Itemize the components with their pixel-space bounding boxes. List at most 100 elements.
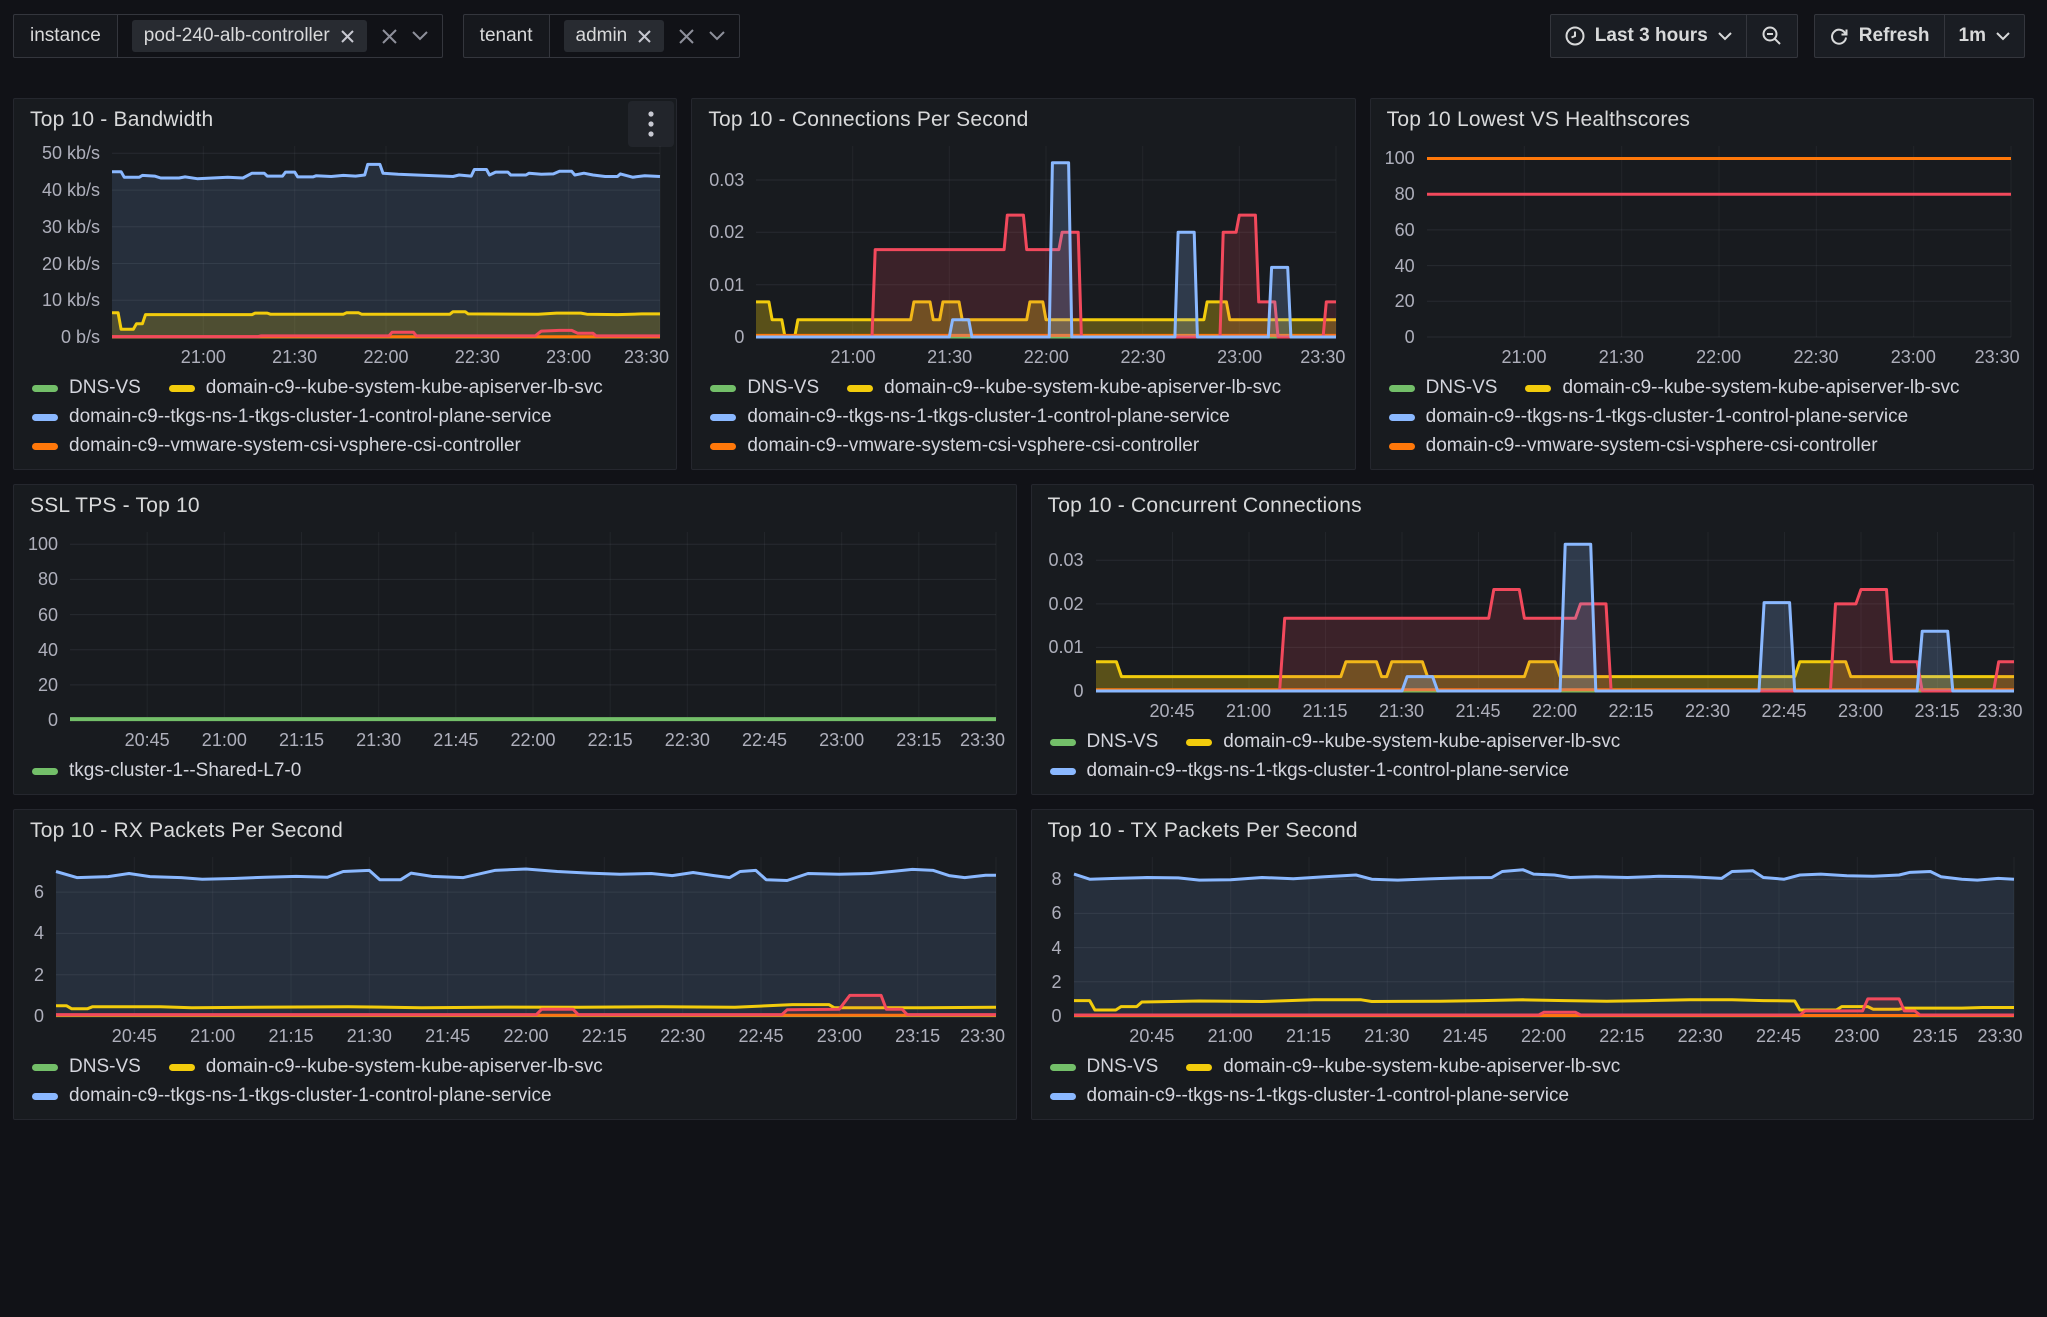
panel-header[interactable]: Top 10 - Connections Per Second [692, 99, 1354, 134]
connections-per-second-chart[interactable]: 0 0.01 0.02 0.03 21:00 21:30 22:00 22:30 23:00 23… [694, 134, 1346, 373]
series-fill-tkgs [1073, 869, 2014, 1016]
tx-packets-chart[interactable]: 0 2 4 6 8 20:45 21:00 21:15 21:30 21:45 22:00 22:15… [1034, 845, 2026, 1052]
filter-instance-chip[interactable]: pod-240-alb-controller [131, 20, 367, 52]
rx-packets-chart[interactable]: 0 2 4 6 20:45 21:00 21:15 21:30 21:45 22:00 22:15 2… [16, 845, 1008, 1052]
legend-item[interactable]: domain-c9--kube-system-kube-apiserver-lb… [1186, 731, 1620, 753]
legend-swatch [710, 413, 737, 421]
legend-label: domain-c9--kube-system-kube-apiserver-lb… [1223, 731, 1621, 752]
legend-item[interactable]: domain-c9--tkgs-ns-1-tkgs-cluster-1-cont… [710, 406, 1230, 428]
zoom-out-button[interactable] [1746, 14, 1798, 58]
x-tick-label: 21:00 [190, 1026, 236, 1046]
healthscores-chart[interactable]: 0 20 40 60 80 100 21:00 21:30 22:00 22:30 23:00 23:… [1373, 134, 2025, 373]
clock-icon [1565, 26, 1585, 46]
panel-header[interactable]: SSL TPS - Top 10 [14, 485, 1016, 520]
clear-filter-icon[interactable] [678, 28, 695, 45]
x-tick-label: 23:15 [1914, 701, 1960, 721]
y-tick-label: 10 kb/s [41, 290, 100, 311]
y-tick-label: 2 [33, 964, 44, 985]
chart-legend: DNS-VS domain-c9--kube-system-kube-apiser… [14, 1052, 1016, 1119]
refresh-label: Refresh [1858, 25, 1930, 46]
x-tick-label: 21:00 [180, 347, 226, 367]
x-tick-label: 21:15 [1285, 1026, 1332, 1046]
chart-canvas[interactable] [16, 134, 668, 373]
concurrent-connections-chart[interactable]: 0 0.01 0.02 0.03 20:45 21:00 21:15 21:30 21:45 22… [1034, 520, 2026, 727]
filter-instance-value[interactable]: pod-240-alb-controller [117, 14, 443, 58]
clear-filter-icon[interactable] [381, 28, 398, 45]
panel-header[interactable]: Top 10 - TX Packets Per Second [1032, 810, 2034, 845]
x-tick-label: 23:00 [546, 347, 592, 367]
x-tick-label: 22:45 [1755, 1026, 1802, 1046]
panel-header[interactable]: Top 10 Lowest VS Healthscores [1371, 99, 2033, 134]
remove-value-icon[interactable] [637, 29, 652, 44]
refresh-interval-dropdown[interactable]: 1m [1944, 14, 2025, 58]
panel-header[interactable]: Top 10 - Bandwidth [14, 99, 676, 134]
chart-canvas[interactable] [1034, 520, 2026, 727]
x-tick-label: 21:45 [1442, 1026, 1488, 1046]
legend-label: domain-c9--kube-system-kube-apiserver-lb… [1562, 377, 1960, 398]
dashboard-row-1: Top 10 - Bandwidth 0 b/s 10 kb/s 20 kb/s 30… [13, 98, 2034, 470]
filter-instance-label: instance [13, 14, 118, 58]
legend-item[interactable]: DNS-VS [710, 377, 819, 399]
x-tick-label: 21:45 [1455, 701, 1501, 721]
legend-label: tkgs-cluster-1--Shared-L7-0 [69, 760, 302, 781]
y-tick-label: 0.01 [1048, 637, 1084, 658]
y-tick-label: 20 kb/s [41, 253, 100, 274]
legend-item[interactable]: DNS-VS [1049, 1056, 1158, 1078]
legend-item[interactable]: domain-c9--kube-system-kube-apiserver-lb… [1525, 377, 1959, 399]
y-tick-label: 2 [1051, 971, 1062, 992]
x-tick-label: 20:45 [1149, 701, 1195, 721]
panel-rx-packets: Top 10 - RX Packets Per Second 0 2 4 6 20:45… [13, 809, 1017, 1120]
refresh-button[interactable]: Refresh [1813, 14, 1945, 58]
filter-tenant-chip[interactable]: admin [563, 20, 665, 52]
legend-item[interactable]: domain-c9--kube-system-kube-apiserver-lb… [847, 377, 1281, 399]
legend-item[interactable]: DNS-VS [1049, 731, 1158, 753]
legend-item[interactable]: domain-c9--vmware-system-csi-vsphere-csi… [1388, 435, 1878, 457]
legend-item[interactable]: domain-c9--kube-system-kube-apiserver-lb… [168, 377, 603, 399]
legend-item[interactable]: DNS-VS [1388, 377, 1497, 399]
filter-tenant: tenant admin [462, 14, 741, 58]
y-tick-label: 100 [1384, 148, 1415, 169]
zoom-out-icon [1761, 25, 1783, 47]
legend-item[interactable]: domain-c9--vmware-system-csi-vsphere-csi… [32, 435, 521, 457]
chart-canvas[interactable] [694, 134, 1346, 373]
x-tick-label: 21:15 [278, 730, 325, 750]
ssl-tps-chart[interactable]: 0 20 40 60 80 100 20:45 21:00 21:15 21:30 21:45 22:… [16, 520, 1008, 756]
legend-item[interactable]: domain-c9--tkgs-ns-1-tkgs-cluster-1-cont… [32, 406, 552, 428]
legend-item[interactable]: DNS-VS [32, 1056, 141, 1078]
legend-swatch [1049, 1063, 1076, 1071]
x-tick-label: 22:30 [454, 347, 500, 367]
legend-item[interactable]: domain-c9--kube-system-kube-apiserver-lb… [1186, 1056, 1620, 1078]
chevron-down-icon[interactable] [411, 31, 428, 41]
legend-item[interactable]: domain-c9--kube-system-kube-apiserver-lb… [168, 1056, 603, 1078]
legend-label: domain-c9--vmware-system-csi-vsphere-csi… [69, 435, 521, 456]
legend-item[interactable]: DNS-VS [32, 377, 141, 399]
bandwidth-chart[interactable]: 0 b/s 10 kb/s 20 kb/s 30 kb/s 40 kb/s 50 kb/s… [16, 134, 669, 373]
legend-item[interactable]: domain-c9--tkgs-ns-1-tkgs-cluster-1-cont… [1388, 406, 1908, 428]
y-tick-label: 0 b/s [60, 327, 100, 347]
x-tick-label: 21:00 [1225, 701, 1272, 721]
chart-canvas[interactable] [1034, 845, 2026, 1052]
legend-swatch [32, 767, 58, 775]
legend-item[interactable]: domain-c9--tkgs-ns-1-tkgs-cluster-1-cont… [32, 1085, 552, 1107]
chevron-down-icon[interactable] [709, 31, 725, 41]
chart-canvas[interactable] [1373, 134, 2025, 373]
x-tick-label: 22:00 [1520, 1026, 1567, 1046]
y-tick-label: 0 [1404, 327, 1415, 347]
filter-tenant-value[interactable]: admin [549, 14, 741, 58]
legend-item[interactable]: domain-c9--tkgs-ns-1-tkgs-cluster-1-cont… [1049, 1085, 1569, 1107]
panel-tx-packets: Top 10 - TX Packets Per Second 0 2 4 6 8 20:4… [1030, 809, 2034, 1120]
legend-label: domain-c9--kube-system-kube-apiserver-lb… [205, 377, 603, 398]
x-tick-label: 22:00 [510, 730, 556, 750]
legend-item[interactable]: domain-c9--vmware-system-csi-vsphere-csi… [710, 435, 1199, 457]
panel-concurrent-connections: Top 10 - Concurrent Connections 0 0.01 0.0… [1030, 484, 2034, 795]
legend-item[interactable]: tkgs-cluster-1--Shared-L7-0 [32, 760, 301, 782]
panel-header[interactable]: Top 10 - Concurrent Connections [1032, 485, 2034, 520]
panel-header[interactable]: Top 10 - RX Packets Per Second [14, 810, 1016, 845]
chart-legend: DNS-VS domain-c9--kube-system-kube-apiser… [692, 373, 1354, 469]
time-range-picker[interactable]: Last 3 hours [1549, 14, 1747, 58]
chart-canvas[interactable] [16, 845, 1008, 1052]
remove-value-icon[interactable] [340, 29, 355, 44]
x-tick-label: 21:00 [201, 730, 247, 750]
chart-canvas[interactable] [16, 520, 1008, 756]
legend-item[interactable]: domain-c9--tkgs-ns-1-tkgs-cluster-1-cont… [1049, 760, 1569, 782]
